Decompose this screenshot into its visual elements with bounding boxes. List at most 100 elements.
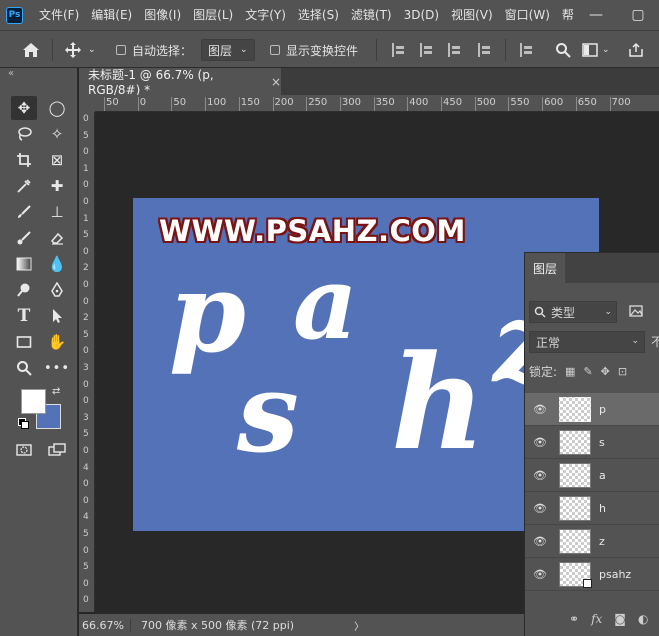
letter-a-layer[interactable]: a [293,253,358,353]
align-left-icon[interactable] [392,31,406,69]
visibility-eye-icon[interactable]: 👁 [525,436,555,449]
gradient-tool-icon[interactable] [11,252,37,276]
menu-type[interactable]: 文字(Y) [239,0,292,30]
search-icon [534,306,546,318]
minimize-button[interactable]: — [575,0,617,30]
lock-artboard-icon[interactable]: ⊡ [618,365,627,378]
chevron-down-icon: ⌄ [631,336,639,346]
menu-edit[interactable]: 编辑(E) [85,0,138,30]
healing-brush-icon[interactable]: ✚ [44,174,70,198]
default-colors-icon[interactable] [18,418,29,429]
stamp-tool-icon[interactable]: ⊥ [44,200,70,224]
letter-p-layer[interactable]: p [169,258,246,368]
home-icon[interactable] [22,31,40,69]
checkbox-box[interactable] [116,45,126,55]
dodge-tool-icon[interactable] [11,278,37,302]
marquee-tool-icon[interactable]: ◯ [44,96,70,120]
visibility-eye-icon[interactable]: 👁 [525,535,555,548]
visibility-eye-icon[interactable]: 👁 [525,403,555,416]
status-menu-icon[interactable]: 〉 [354,618,364,633]
menu-image[interactable]: 图像(I) [138,0,187,30]
menu-select[interactable]: 选择(S) [292,0,345,30]
visibility-eye-icon[interactable]: 👁 [525,568,555,581]
align-right-icon[interactable] [448,31,462,69]
crop-tool-icon[interactable] [11,148,37,172]
lock-position-icon[interactable]: ✥ [601,365,610,378]
rectangle-tool-icon[interactable] [11,330,37,354]
menu-filter[interactable]: 滤镜(T) [345,0,398,30]
lock-transparent-pixels-icon[interactable]: ▦ [565,365,575,378]
ruler-tick-label: 50 [171,97,186,111]
ruler-tick-label: 350 [373,97,395,111]
tab-layers[interactable]: 图层 [525,253,565,283]
ruler-tick-label: 0 [83,396,89,407]
align-top-icon[interactable] [478,31,492,69]
options-bar: ⌄ 自动选择： 图层 ⌄ 显示变换控件 ⌄ [0,30,659,68]
frame-tool-icon[interactable]: ⊠ [44,148,70,172]
foreground-color-swatch[interactable] [21,389,46,414]
chevron-down-icon: ⌄ [240,45,248,55]
menu-window[interactable]: 窗口(W) [499,0,556,30]
hand-tool-icon[interactable]: ✋ [44,330,70,354]
letter-s-layer[interactable]: s [237,358,299,468]
layer-row-p[interactable]: 👁 p [525,393,659,426]
menu-3d[interactable]: 3D(D) [398,0,445,30]
layer-row-h[interactable]: 👁 h [525,492,659,525]
layer-row-s[interactable]: 👁 s [525,426,659,459]
headline-text-layer[interactable]: WWW.PSAHZ.COM [159,214,466,248]
vertical-ruler[interactable]: 0 5 0 1 0 0 1 5 0 2 0 0 2 5 0 3 0 0 3 5 0 4 0 0 4 5 0 5 0 0 [79,112,95,612]
swap-colors-icon[interactable]: ⇄ [52,386,60,397]
share-icon[interactable] [628,31,644,69]
ruler-tick-label: 700 [609,97,631,111]
link-icon[interactable]: ⚭ [569,612,579,626]
zoom-tool-icon[interactable] [11,356,37,380]
adjustment-icon[interactable]: ◐ [638,612,648,626]
eyedropper-icon[interactable] [11,174,37,198]
show-transform-controls-checkbox[interactable]: 显示变换控件 [270,31,358,69]
history-brush-icon[interactable] [11,226,37,250]
layer-row-psahz[interactable]: 👁 psahz [525,558,659,591]
collapse-panel-icon[interactable]: « [8,68,14,79]
blend-mode-dropdown[interactable]: 正常 ⌄ [529,331,645,353]
lasso-tool-icon[interactable] [11,122,37,146]
search-icon[interactable] [555,31,571,69]
align-center-icon[interactable] [420,31,434,69]
more-tools-icon[interactable]: ••• [44,356,70,380]
distribute-icon[interactable] [520,31,534,69]
quick-mask-icon[interactable] [11,438,37,462]
image-filter-icon[interactable] [629,305,643,320]
lock-image-pixels-icon[interactable]: ✎ [583,365,592,378]
fx-icon[interactable]: fx [591,612,602,626]
menu-layer[interactable]: 图层(L) [187,0,239,30]
ruler-tick-label: 400 [407,97,428,111]
eraser-icon[interactable] [44,226,70,250]
visibility-eye-icon[interactable]: 👁 [525,469,555,482]
auto-select-dropdown[interactable]: 图层 ⌄ [201,31,255,69]
move-tool-icon[interactable]: ✥ [11,96,37,120]
menu-file[interactable]: 文件(F) [33,0,85,30]
screen-mode-icon[interactable] [44,438,70,462]
menu-view[interactable]: 视图(V) [445,0,499,30]
auto-select-checkbox[interactable]: 自动选择： [116,31,192,69]
document-tab[interactable]: 未标题-1 @ 66.7% (p, RGB/8#) * × [79,68,281,97]
maximize-button[interactable]: ▢ [617,0,659,30]
checkbox-box[interactable] [270,45,280,55]
horizontal-ruler[interactable]: 50 0 50 100 150 200 250 300 350 400 450 500 550 600 65… [95,95,659,112]
pen-tool-icon[interactable] [44,278,70,302]
visibility-eye-icon[interactable]: 👁 [525,502,555,515]
layer-row-a[interactable]: 👁 a [525,459,659,492]
move-tool-preset-icon[interactable]: ⌄ [64,31,96,69]
magic-wand-icon[interactable]: ✧ [44,122,70,146]
ruler-tick-label: 650 [575,97,597,111]
zoom-level-field[interactable]: 66.67% [79,618,131,632]
type-tool-icon[interactable]: T [11,304,37,328]
path-selection-icon[interactable] [44,304,70,328]
mask-icon[interactable]: ◙ [614,612,626,626]
blur-tool-icon[interactable]: 💧 [44,252,70,276]
close-icon[interactable]: × [271,75,281,89]
layer-filter-dropdown[interactable]: 类型 ⌄ [529,301,617,323]
letter-h-layer[interactable]: h [391,338,486,468]
brush-tool-icon[interactable] [11,200,37,224]
workspace-icon[interactable]: ⌄ [582,31,610,69]
layer-row-z[interactable]: 👁 z [525,525,659,558]
